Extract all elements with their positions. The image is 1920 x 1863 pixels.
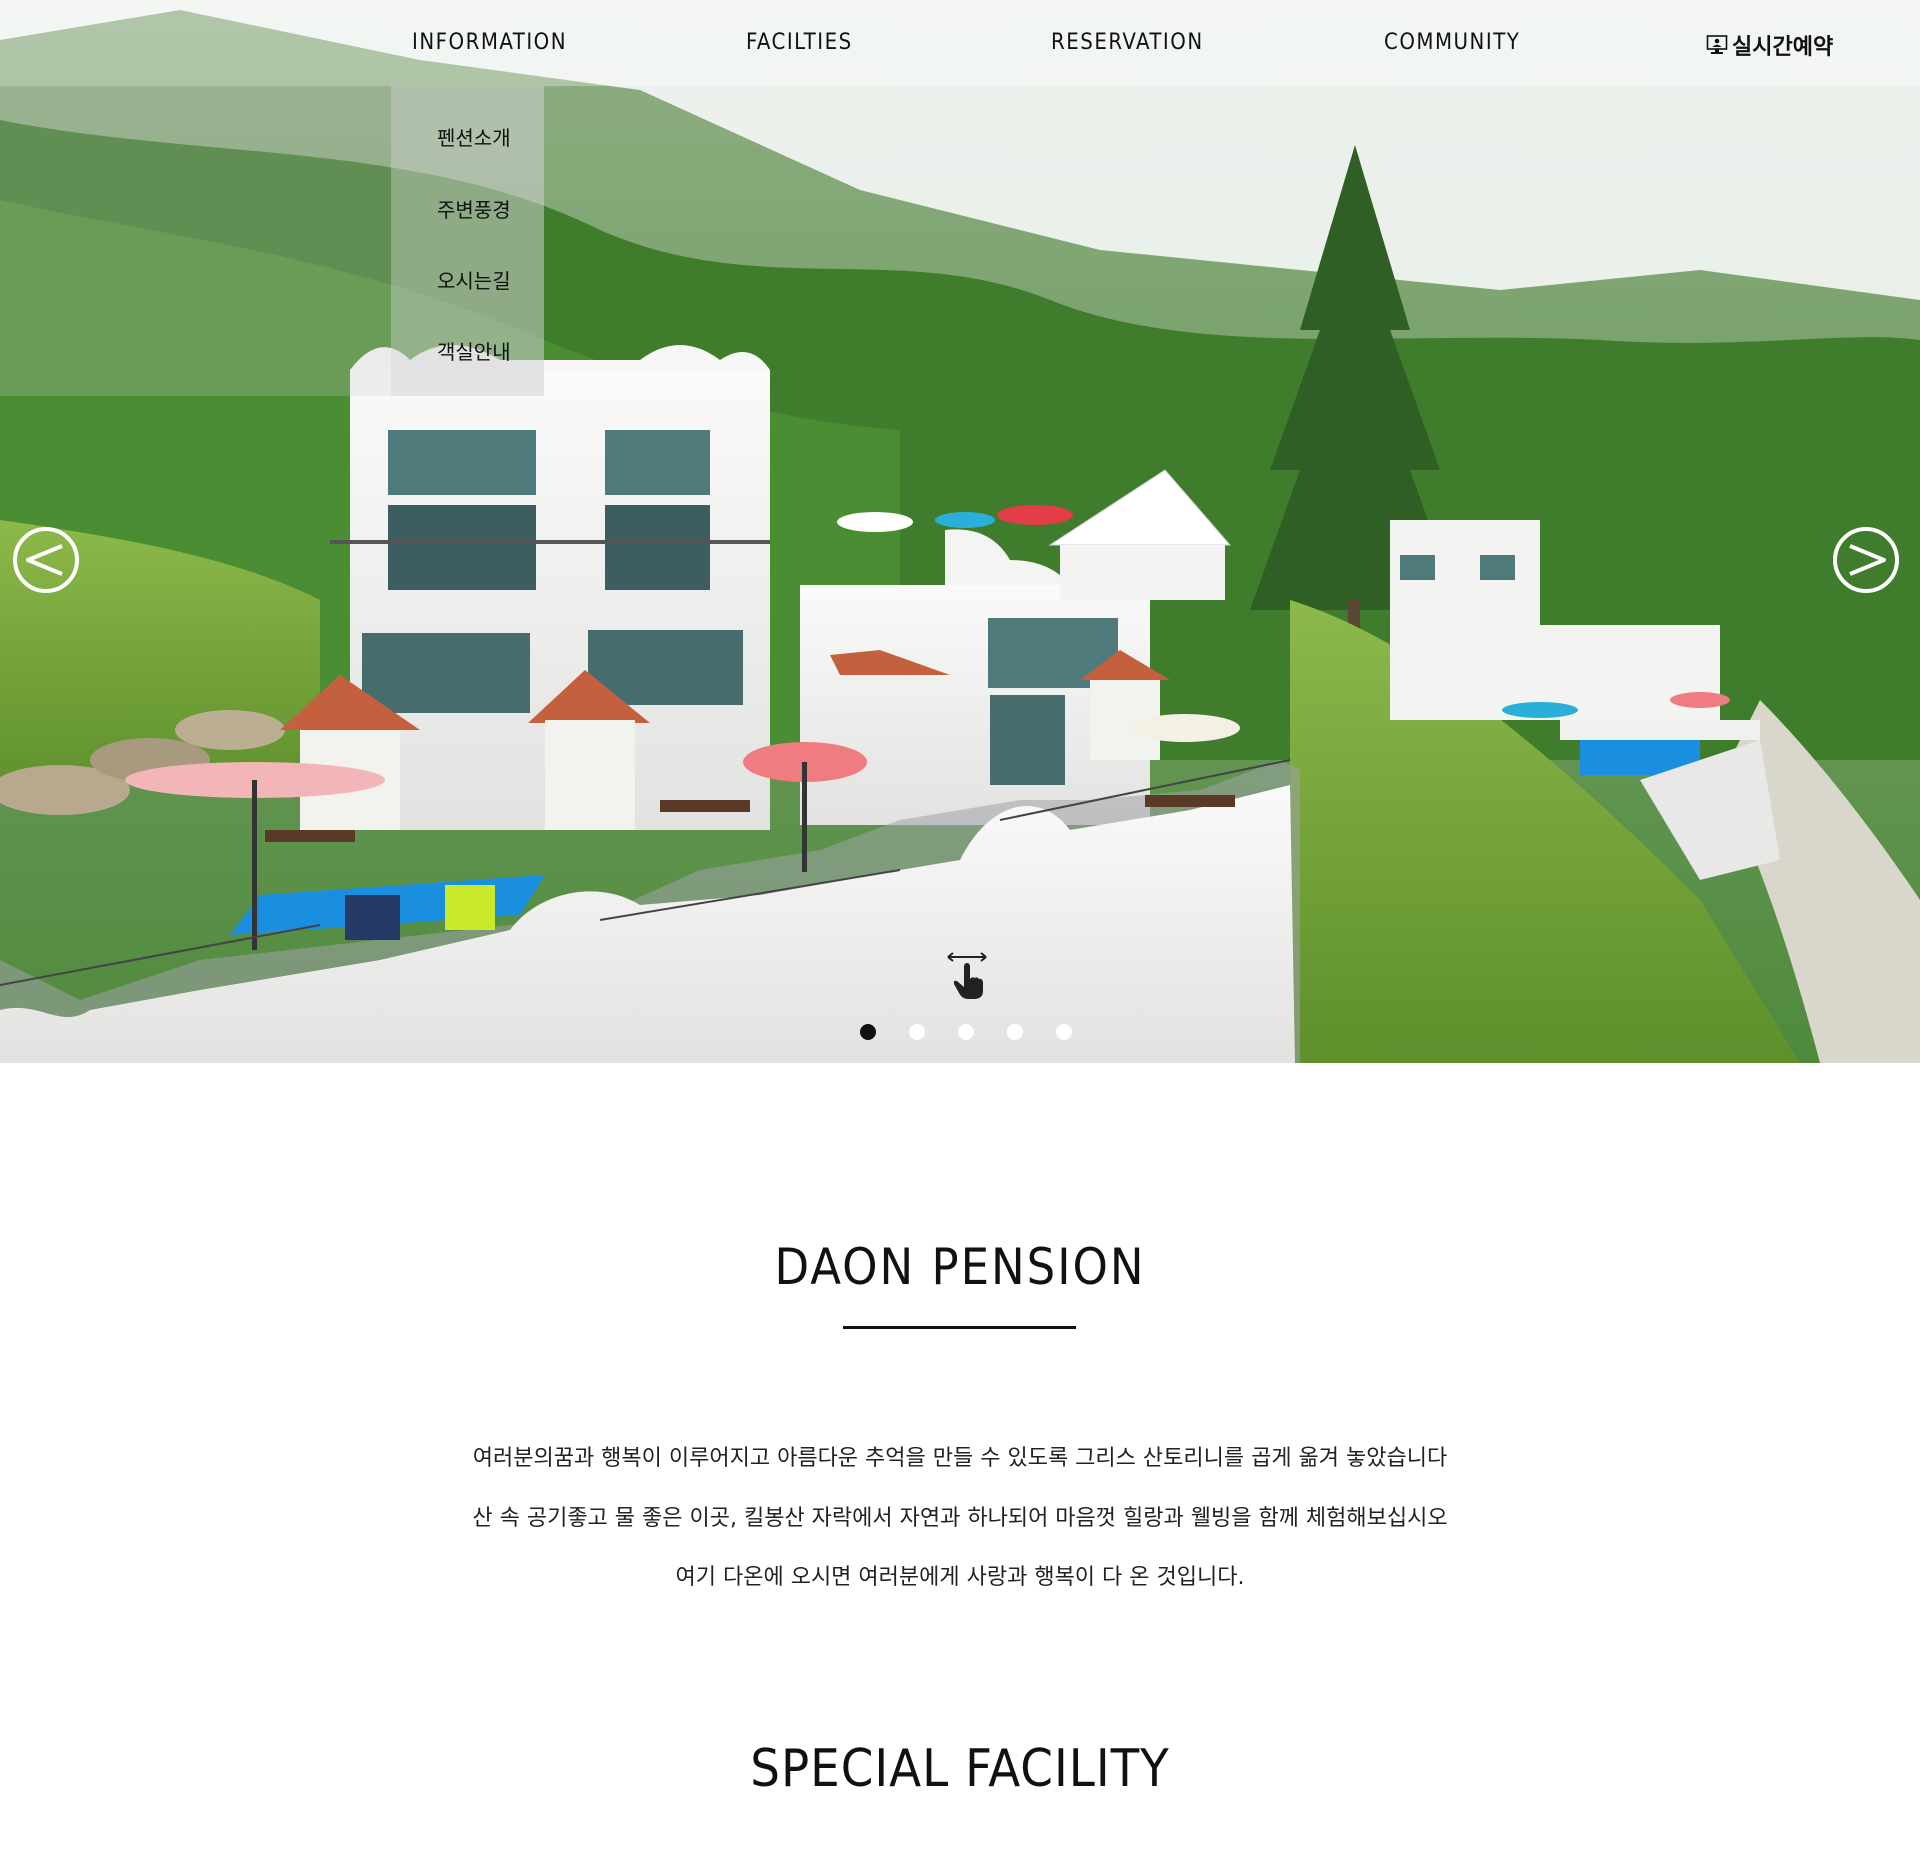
- about-title: DAON PENSION: [774, 1238, 1146, 1296]
- nav-realtime-booking[interactable]: 실시간예약: [1706, 29, 1833, 61]
- submenu-backdrop: [0, 86, 391, 396]
- about-line-1: 여러분의꿈과 행복이 이루어지고 아름다운 추억을 만들 수 있도록 그리스 산…: [472, 1446, 1448, 1471]
- slider-dot-1[interactable]: [860, 1024, 876, 1040]
- submenu-item-directions[interactable]: 오시는길: [437, 265, 511, 294]
- slider-dot-4[interactable]: [1007, 1024, 1023, 1040]
- information-submenu: 펜션소개 주변풍경 오시는길 객실안내: [391, 86, 544, 396]
- about-line-2: 산 속 공기좋고 물 좋은 이곳, 킬봉산 자락에서 자연과 하나되어 마음껏 …: [472, 1506, 1448, 1531]
- about-line-3: 여기 다온에 오시면 여러분에게 사랑과 행복이 다 온 것입니다.: [675, 1565, 1245, 1590]
- chevron-left-circle-icon[interactable]: [12, 526, 80, 594]
- slider-dot-5[interactable]: [1056, 1024, 1072, 1040]
- nav-facilities[interactable]: FACILTIES: [746, 30, 853, 55]
- submenu-item-rooms[interactable]: 객실안내: [437, 336, 511, 365]
- submenu-item-pension-intro[interactable]: 펜션소개: [437, 122, 511, 151]
- nav-reservation[interactable]: RESERVATION: [1051, 30, 1204, 55]
- chevron-right-circle-icon[interactable]: [1832, 526, 1900, 594]
- nav-information[interactable]: INFORMATION: [412, 30, 567, 55]
- nav-community[interactable]: COMMUNITY: [1384, 30, 1520, 55]
- slider-dot-3[interactable]: [958, 1024, 974, 1040]
- slider-dot-2[interactable]: [909, 1024, 925, 1040]
- slider-pagination: [860, 1024, 1072, 1040]
- special-facility-title: SPECIAL FACILITY: [750, 1739, 1170, 1799]
- nav-booking-label: 실시간예약: [1732, 35, 1834, 60]
- submenu-item-scenery[interactable]: 주변풍경: [437, 194, 511, 223]
- monitor-person-icon: [1706, 35, 1728, 54]
- hero-slider[interactable]: INFORMATION FACILTIES RESERVATION COMMUN…: [0, 0, 1920, 1063]
- title-divider: [843, 1326, 1076, 1329]
- swipe-hand-icon: [947, 952, 987, 999]
- top-navigation: INFORMATION FACILTIES RESERVATION COMMUN…: [0, 0, 1920, 86]
